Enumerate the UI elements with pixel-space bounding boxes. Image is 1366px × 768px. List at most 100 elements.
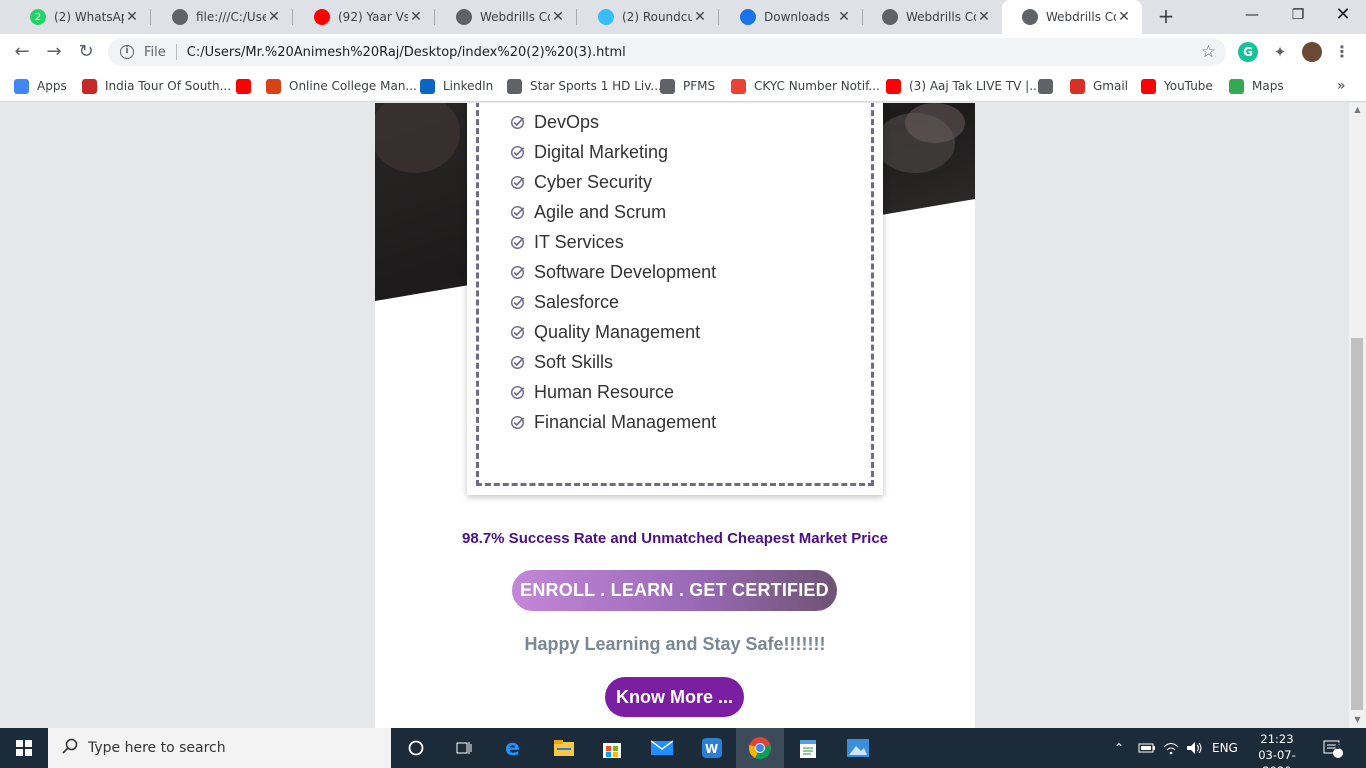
wifi-icon[interactable] (1163, 728, 1179, 768)
course-name: IT Services (534, 231, 624, 252)
tab-close-icon[interactable]: ✕ (550, 9, 566, 25)
bookmark-item[interactable] (1038, 77, 1061, 95)
language-indicator[interactable]: ENG (1212, 728, 1238, 768)
file-explorer-icon[interactable] (540, 728, 588, 768)
grammarly-icon[interactable]: G (1238, 42, 1258, 62)
bookmark-item[interactable]: Online College Man... (266, 77, 417, 95)
tab-separator (718, 9, 719, 25)
cortana-icon[interactable] (392, 728, 440, 768)
bookmark-label: Online College Man... (289, 79, 417, 93)
cricket-icon (82, 78, 97, 94)
bookmark-item[interactable]: CKYC Number Notif... (731, 77, 880, 95)
store-icon[interactable] (588, 728, 636, 768)
tab-close-icon[interactable]: ✕ (266, 9, 282, 25)
tab-close-icon[interactable]: ✕ (976, 9, 992, 25)
back-button[interactable]: ← (10, 40, 34, 64)
course-list-item: DevOps (510, 107, 716, 137)
photos-icon[interactable] (834, 728, 882, 768)
check-circle-icon (510, 235, 525, 249)
windows-start-icon[interactable] (0, 728, 48, 768)
profile-avatar[interactable] (1302, 42, 1322, 62)
tab-close-icon[interactable]: ✕ (124, 9, 140, 25)
new-tab-button[interactable]: + (1155, 5, 1177, 27)
bookmark-label: LinkedIn (443, 79, 494, 93)
globe-icon (882, 9, 898, 25)
extensions-puzzle-icon[interactable]: ✦ (1270, 42, 1290, 62)
scroll-down-icon[interactable]: ▼ (1349, 715, 1366, 724)
info-icon[interactable]: i (120, 45, 134, 59)
tab-close-icon[interactable]: ✕ (692, 9, 708, 25)
check-circle-icon (510, 175, 525, 189)
tab-close-icon[interactable]: ✕ (408, 9, 424, 25)
browser-tab[interactable]: Downloads ✕ (720, 0, 862, 34)
course-name: Salesforce (534, 291, 620, 312)
tab-close-icon[interactable]: ✕ (1116, 9, 1132, 25)
college-icon (266, 78, 281, 94)
tab-close-icon[interactable]: ✕ (836, 9, 852, 25)
scroll-up-icon[interactable]: ▲ (1349, 105, 1366, 114)
know-more-button[interactable]: Know More ... (605, 677, 744, 717)
menu-kebab-icon[interactable]: ⋮ (1332, 42, 1352, 62)
browser-tab[interactable]: Webdrills Corp✕ (1002, 0, 1142, 34)
forward-button[interactable]: → (42, 40, 66, 64)
bookmark-item[interactable]: India Tour Of South... (82, 77, 231, 95)
bookmark-star-icon[interactable]: ☆ (1201, 42, 1216, 62)
scrollbar-thumb[interactable] (1351, 338, 1363, 710)
mail-icon[interactable] (638, 728, 686, 768)
tab-separator (434, 9, 435, 25)
browser-tab[interactable]: Webdrills Corp✕ (862, 0, 1002, 34)
volume-icon[interactable] (1186, 728, 1204, 768)
course-name: Financial Management (534, 411, 717, 432)
course-list-item: IT Services (510, 227, 716, 257)
bookmarks-bar: Apps India Tour Of South... Online College… (0, 70, 1366, 102)
browser-tab[interactable]: file:///C:/Users✕ (152, 0, 292, 34)
reload-button[interactable]: ↻ (74, 40, 98, 64)
show-hidden-icons[interactable]: ⌃ (1114, 728, 1124, 768)
course-list-item: Financial Management (510, 407, 716, 437)
bookmark-item[interactable] (236, 77, 259, 95)
bookmark-item[interactable]: YouTube (1141, 77, 1213, 95)
tab-title: Webdrills Corp (480, 10, 550, 24)
browser-tab[interactable]: Webdrills Corp✕ (436, 0, 576, 34)
browser-tab[interactable]: (92) Yaar Vs Py✕ (294, 0, 434, 34)
bookmark-item[interactable]: PFMS (660, 77, 715, 95)
bookmark-item[interactable]: Maps (1229, 77, 1284, 95)
more-bookmarks-icon[interactable]: » (1337, 77, 1346, 95)
bookmark-item[interactable]: LinkedIn (420, 77, 493, 95)
restore-button[interactable]: ❐ (1275, 0, 1321, 32)
taskbar-clock[interactable]: 21:23 03-07-2020 (1246, 731, 1308, 768)
youtube-icon (886, 78, 901, 94)
check-circle-icon (510, 355, 525, 369)
notepad-icon[interactable] (784, 728, 832, 768)
url-text[interactable]: C:/Users/Mr.%20Animesh%20Raj/Desktop/ind… (187, 45, 626, 60)
bookmark-item[interactable]: Star Sports 1 HD Liv... (507, 77, 662, 95)
minimize-button[interactable]: — (1229, 0, 1275, 32)
battery-icon[interactable] (1138, 728, 1156, 768)
bookmark-label: CKYC Number Notif... (754, 79, 880, 93)
enroll-button[interactable]: ENROLL . LEARN . GET CERTIFIED (512, 570, 837, 611)
bookmark-label: Star Sports 1 HD Liv... (530, 79, 662, 93)
bookmark-item[interactable]: (3) Aaj Tak LIVE TV |... (886, 77, 1041, 95)
youtube-icon (1141, 78, 1156, 94)
check-circle-icon (510, 145, 525, 159)
task-view-icon[interactable] (440, 728, 488, 768)
course-list-item: Digital Marketing (510, 137, 716, 167)
course-name: Quality Management (534, 321, 701, 342)
bookmark-item[interactable]: Gmail (1070, 77, 1128, 95)
chrome-icon[interactable] (736, 728, 784, 768)
browser-tab[interactable]: (2) Roundcube✕ (578, 0, 718, 34)
browser-tab[interactable]: 2 (2) WhatsApp✕ (10, 0, 150, 34)
edge-icon[interactable]: e (490, 728, 538, 768)
check-circle-icon (510, 205, 525, 219)
address-bar[interactable]: i File C:/Users/Mr.%20Animesh%20Raj/Desk… (108, 38, 1226, 66)
close-window-button[interactable]: ✕ (1320, 0, 1366, 32)
bookmark-item[interactable]: Apps (14, 77, 67, 95)
tab-strip: 2(2) WhatsApp✕file:///C:/Users✕(92) Yaar… (0, 0, 1366, 34)
page-content: Cloud ComputingDevOpsDigital MarketingCy… (375, 103, 975, 728)
page-scrollbar[interactable]: ▲ ▼ (1349, 103, 1366, 728)
action-center-icon[interactable]: 5 (1322, 728, 1344, 768)
taskbar-search-box[interactable]: Type here to search (48, 728, 391, 768)
course-name: Human Resource (534, 381, 675, 402)
courses-card-border: Cloud ComputingDevOpsDigital MarketingCy… (476, 103, 874, 486)
wps-office-icon[interactable]: W (688, 728, 736, 768)
